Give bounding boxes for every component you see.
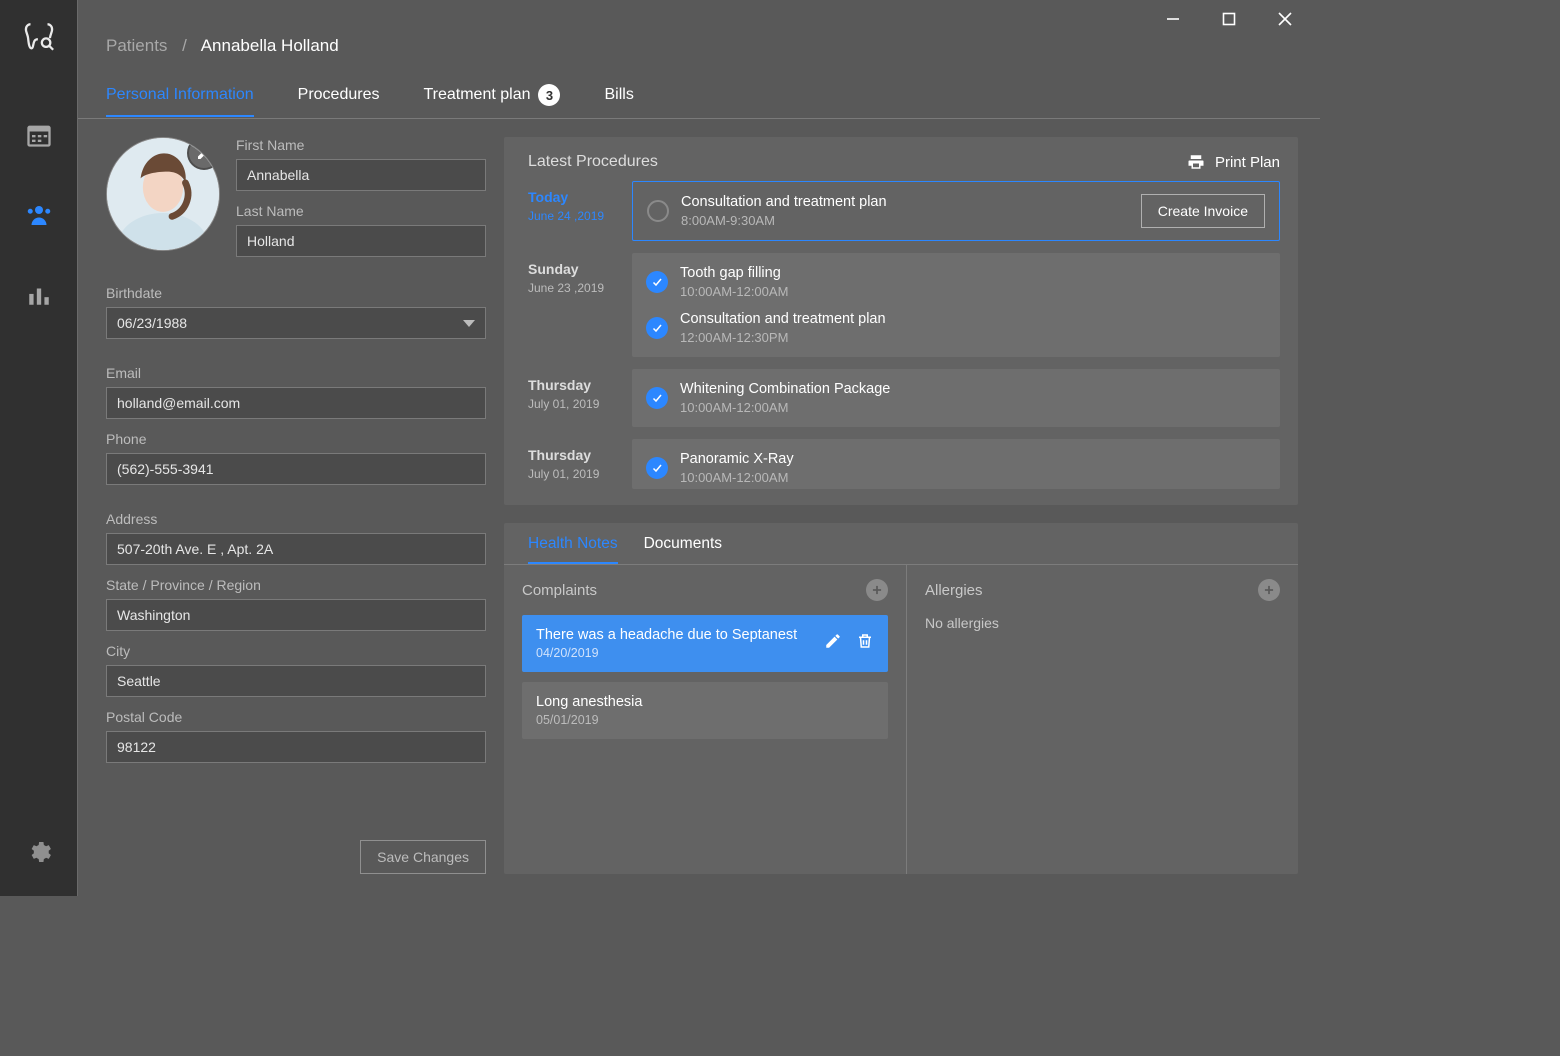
sidebar-reports-icon[interactable]	[19, 275, 59, 315]
procedure-status-open-icon	[647, 200, 669, 222]
last-name-label: Last Name	[236, 203, 486, 219]
print-plan-button[interactable]: Print Plan	[1187, 153, 1280, 171]
tab-procedures[interactable]: Procedures	[298, 86, 380, 116]
phone-input[interactable]: (562)-555-3941	[106, 453, 486, 485]
procedure-card[interactable]: Consultation and treatment plan 8:00AM-9…	[632, 181, 1280, 241]
last-name-input[interactable]: Holland	[236, 225, 486, 257]
edit-avatar-button[interactable]	[187, 137, 220, 170]
procedure-status-done-icon	[646, 457, 668, 479]
procedure-title: Consultation and treatment plan	[681, 194, 887, 210]
procedure-title: Panoramic X-Ray	[680, 451, 794, 467]
birthdate-select[interactable]: 06/23/1988	[106, 307, 486, 339]
complaint-item[interactable]: Long anesthesia 05/01/2019	[522, 682, 888, 739]
subtab-documents[interactable]: Documents	[644, 535, 722, 564]
no-allergies-text: No allergies	[925, 615, 1280, 631]
procedure-status-done-icon	[646, 387, 668, 409]
procedure-card[interactable]: Whitening Combination Package 10:00AM-12…	[632, 369, 1280, 427]
city-input[interactable]: Seattle	[106, 665, 486, 697]
tab-treatment-plan[interactable]: Treatment plan 3	[423, 84, 560, 118]
procedure-date-day: Thursday	[528, 447, 614, 463]
chevron-down-icon	[463, 320, 475, 327]
procedure-date-full: June 23 ,2019	[528, 281, 614, 295]
complaint-item[interactable]: There was a headache due to Septanest 04…	[522, 615, 888, 672]
complaint-date: 04/20/2019	[536, 646, 797, 660]
tab-bills[interactable]: Bills	[604, 86, 633, 116]
address-input[interactable]: 507-20th Ave. E , Apt. 2A	[106, 533, 486, 565]
first-name-label: First Name	[236, 137, 486, 153]
procedure-status-done-icon	[646, 271, 668, 293]
first-name-input[interactable]: Annabella	[236, 159, 486, 191]
save-changes-button[interactable]: Save Changes	[360, 840, 486, 874]
window-minimize-button[interactable]	[1158, 4, 1188, 34]
complaint-date: 05/01/2019	[536, 713, 642, 727]
procedure-title: Consultation and treatment plan	[680, 311, 886, 327]
add-allergy-button[interactable]	[1258, 579, 1280, 601]
procedure-date-day: Sunday	[528, 261, 614, 277]
birthdate-label: Birthdate	[106, 285, 486, 301]
procedure-title: Tooth gap filling	[680, 265, 788, 281]
phone-label: Phone	[106, 431, 486, 447]
complaints-title: Complaints	[522, 582, 597, 599]
email-label: Email	[106, 365, 486, 381]
edit-complaint-icon[interactable]	[824, 632, 842, 655]
procedure-date-full: June 24 ,2019	[528, 209, 614, 223]
printer-icon	[1187, 153, 1205, 171]
app-logo-tooth-icon	[22, 20, 56, 59]
latest-procedures-title: Latest Procedures	[528, 153, 658, 171]
sidebar-calendar-icon[interactable]	[19, 115, 59, 155]
patient-avatar	[106, 137, 220, 251]
sidebar-patients-icon[interactable]	[19, 195, 59, 235]
procedure-status-done-icon	[646, 317, 668, 339]
procedure-time: 10:00AM-12:00AM	[680, 400, 890, 415]
email-input[interactable]: holland@email.com	[106, 387, 486, 419]
breadcrumb-parent[interactable]: Patients	[106, 36, 167, 55]
procedure-time: 8:00AM-9:30AM	[681, 213, 887, 228]
address-label: Address	[106, 511, 486, 527]
add-complaint-button[interactable]	[866, 579, 888, 601]
procedure-date-day: Thursday	[528, 377, 614, 393]
procedure-time: 12:00AM-12:30PM	[680, 330, 886, 345]
complaint-text: Long anesthesia	[536, 694, 642, 710]
city-label: City	[106, 643, 486, 659]
complaint-text: There was a headache due to Septanest	[536, 627, 797, 643]
procedure-time: 10:00AM-12:00AM	[680, 470, 794, 485]
allergies-title: Allergies	[925, 582, 983, 599]
delete-complaint-icon[interactable]	[856, 632, 874, 655]
breadcrumb: Patients / Annabella Holland	[78, 32, 1320, 56]
treatment-plan-badge: 3	[538, 84, 560, 106]
procedure-card[interactable]: Tooth gap filling 10:00AM-12:00AM Consul…	[632, 253, 1280, 357]
postal-label: Postal Code	[106, 709, 486, 725]
procedure-date-day: Today	[528, 189, 614, 205]
procedure-time: 10:00AM-12:00AM	[680, 284, 788, 299]
create-invoice-button[interactable]: Create Invoice	[1141, 194, 1265, 228]
procedure-date-full: July 01, 2019	[528, 397, 614, 411]
procedure-date-full: July 01, 2019	[528, 467, 614, 481]
subtab-health-notes[interactable]: Health Notes	[528, 535, 618, 564]
breadcrumb-current: Annabella Holland	[201, 36, 339, 55]
tab-personal-information[interactable]: Personal Information	[106, 86, 254, 117]
sidebar-settings-icon[interactable]	[19, 832, 59, 872]
window-maximize-button[interactable]	[1214, 4, 1244, 34]
region-input[interactable]: Washington	[106, 599, 486, 631]
region-label: State / Province / Region	[106, 577, 486, 593]
procedure-title: Whitening Combination Package	[680, 381, 890, 397]
procedure-card[interactable]: Panoramic X-Ray 10:00AM-12:00AM	[632, 439, 1280, 489]
postal-input[interactable]: 98122	[106, 731, 486, 763]
window-close-button[interactable]	[1270, 4, 1300, 34]
